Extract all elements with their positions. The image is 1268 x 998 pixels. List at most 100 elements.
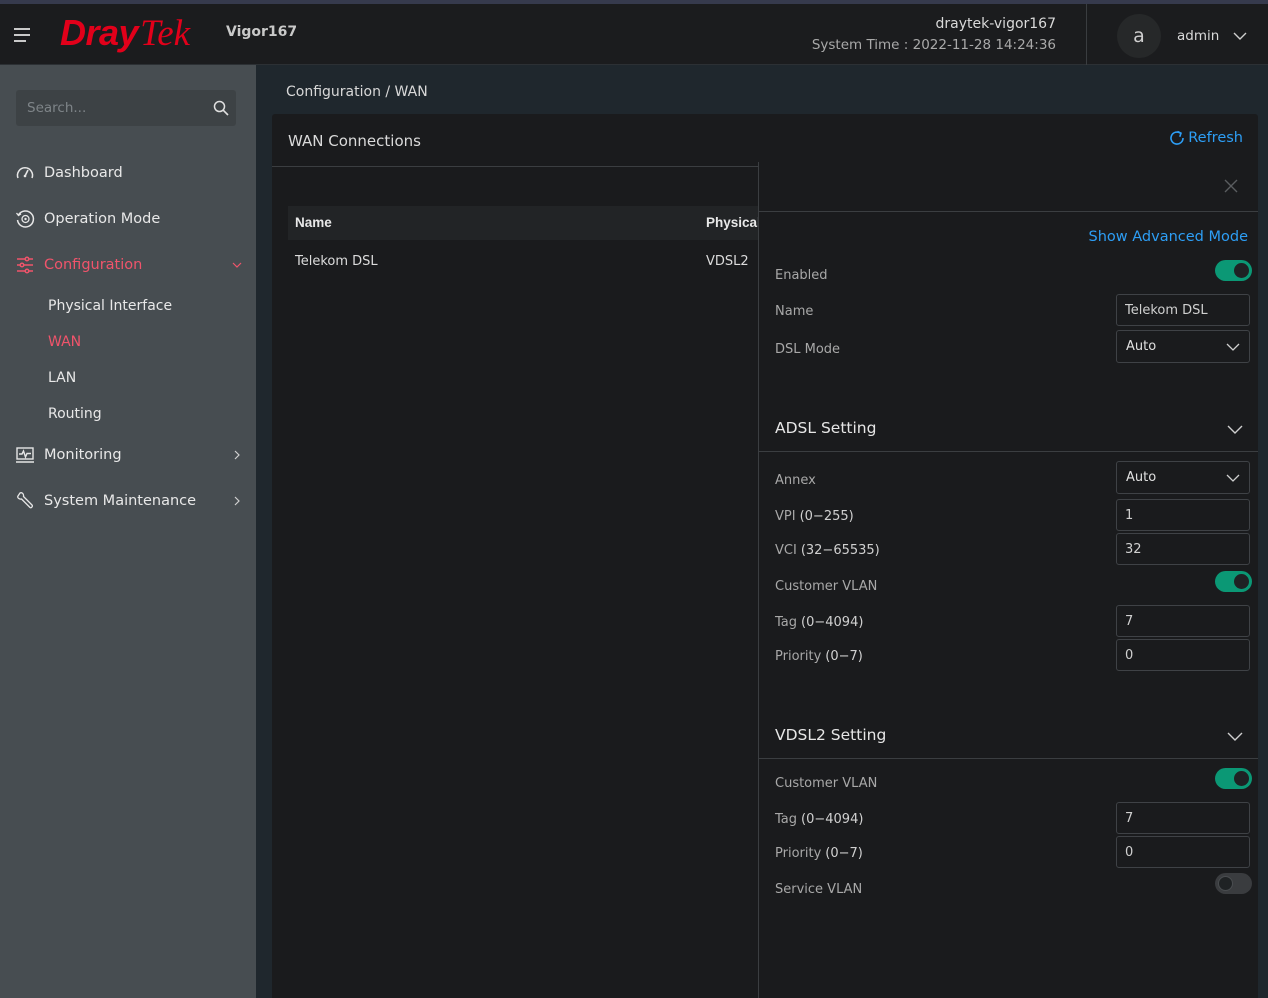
sidebar-item-monitoring[interactable]: Monitoring xyxy=(0,435,256,475)
chevron-down-icon xyxy=(1227,425,1243,434)
adsl-tag-input[interactable] xyxy=(1116,605,1250,637)
adsl-tag-label: Tag (0−4094) xyxy=(775,615,863,630)
wrench-icon xyxy=(17,492,33,509)
section-title: VDSL2 Setting xyxy=(775,726,887,744)
dsl-mode-label: DSL Mode xyxy=(775,342,841,357)
vci-label: VCI (32−65535) xyxy=(775,543,880,558)
sidebar-item-label: Monitoring xyxy=(44,447,122,463)
cell-physical: VDSL2 xyxy=(706,254,749,269)
adsl-priority-input[interactable] xyxy=(1116,639,1250,671)
annex-value: Auto xyxy=(1126,470,1157,485)
label-text: Priority xyxy=(775,649,822,664)
column-header-name[interactable]: Name xyxy=(295,215,332,230)
search-box xyxy=(16,90,236,126)
logo-dray: Dray xyxy=(60,12,139,53)
chevron-down-icon xyxy=(1233,32,1247,40)
enabled-toggle[interactable] xyxy=(1215,260,1252,281)
close-icon[interactable] xyxy=(1224,179,1238,193)
chevron-right-icon xyxy=(234,450,240,460)
sidebar-item-label: Dashboard xyxy=(44,165,123,181)
chevron-down-icon xyxy=(1226,474,1240,482)
vdsl2-tag-label: Tag (0−4094) xyxy=(775,812,863,827)
name-input[interactable] xyxy=(1116,294,1250,326)
header-divider xyxy=(1086,4,1087,65)
draytek-logo: Dray Tek xyxy=(60,12,190,56)
dsl-mode-value: Auto xyxy=(1126,339,1157,354)
label-text: VCI xyxy=(775,543,797,558)
adsl-setting-header[interactable]: ADSL Setting xyxy=(759,408,1259,452)
sidebar-subitem-label: WAN xyxy=(48,334,82,350)
sidebar-item-label: Configuration xyxy=(44,257,143,273)
range-hint: (0−7) xyxy=(825,649,863,664)
sidebar-item-operation-mode[interactable]: Operation Mode xyxy=(0,199,256,239)
column-header-physical[interactable]: Physical xyxy=(706,215,761,230)
avatar: a xyxy=(1117,14,1161,58)
username: admin xyxy=(1177,28,1220,44)
menu-toggle-icon[interactable] xyxy=(14,27,32,43)
sidebar-item-system-maintenance[interactable]: System Maintenance xyxy=(0,481,256,521)
breadcrumb: Configuration / WAN xyxy=(286,84,428,100)
service-vlan-toggle[interactable] xyxy=(1215,873,1252,894)
sidebar-item-dashboard[interactable]: Dashboard xyxy=(0,153,256,193)
range-hint: (32−65535) xyxy=(800,543,880,558)
table-header: Name Physical xyxy=(288,206,761,240)
monitor-pulse-icon xyxy=(16,447,34,463)
label-text: VPI xyxy=(775,509,796,524)
device-model: Vigor167 xyxy=(226,24,298,40)
annex-select[interactable]: Auto xyxy=(1116,461,1250,494)
chevron-down-icon xyxy=(1227,732,1243,741)
vdsl2-priority-label: Priority (0−7) xyxy=(775,846,863,861)
refresh-label: Refresh xyxy=(1188,130,1243,146)
user-menu[interactable]: a admin xyxy=(1117,14,1247,58)
dsl-mode-select[interactable]: Auto xyxy=(1116,330,1250,363)
label-text: Tag xyxy=(775,812,798,827)
sidebar-subitem-label: Physical Interface xyxy=(48,298,173,314)
label-text: Priority xyxy=(775,846,822,861)
divider xyxy=(759,211,1259,212)
adsl-priority-label: Priority (0−7) xyxy=(775,649,863,664)
sidebar-subitem-routing[interactable]: Routing xyxy=(0,398,256,432)
range-hint: (0−4094) xyxy=(801,615,864,630)
search-icon[interactable] xyxy=(213,100,229,116)
sidebar-item-label: System Maintenance xyxy=(44,493,197,509)
refresh-button[interactable]: Refresh xyxy=(1168,129,1243,147)
sidebar-subitem-wan[interactable]: WAN xyxy=(0,326,256,360)
vdsl2-customer-vlan-toggle[interactable] xyxy=(1215,768,1252,789)
range-hint: (0−7) xyxy=(825,846,863,861)
wan-edit-drawer: Show Advanced Mode Enabled Name DSL Mode… xyxy=(758,162,1259,998)
range-hint: (0−255) xyxy=(799,509,854,524)
adsl-customer-vlan-label: Customer VLAN xyxy=(775,579,878,594)
adsl-customer-vlan-toggle[interactable] xyxy=(1215,571,1252,592)
sidebar-subitem-label: LAN xyxy=(48,370,77,386)
vpi-input[interactable] xyxy=(1116,499,1250,531)
vdsl2-tag-input[interactable] xyxy=(1116,802,1250,834)
panel-title: WAN Connections xyxy=(288,132,421,150)
sidebar-item-label: Operation Mode xyxy=(44,211,161,227)
vdsl2-customer-vlan-label: Customer VLAN xyxy=(775,776,878,791)
top-header: Dray Tek Vigor167 draytek-vigor167 Syste… xyxy=(0,4,1268,65)
vdsl2-setting-header[interactable]: VDSL2 Setting xyxy=(759,715,1259,759)
range-hint: (0−4094) xyxy=(801,812,864,827)
chevron-down-icon xyxy=(1226,343,1240,351)
enabled-label: Enabled xyxy=(775,268,828,283)
scrollbar-track[interactable] xyxy=(1258,114,1268,998)
vci-input[interactable] xyxy=(1116,533,1250,565)
system-time: System Time : 2022-11-28 14:24:36 xyxy=(811,37,1056,53)
divider xyxy=(272,166,758,167)
vpi-label: VPI (0−255) xyxy=(775,509,854,524)
sidebar-subitem-lan[interactable]: LAN xyxy=(0,362,256,396)
show-advanced-mode-link[interactable]: Show Advanced Mode xyxy=(1089,229,1248,245)
dashboard-gauge-icon xyxy=(16,167,34,179)
name-label: Name xyxy=(775,304,814,319)
table-row[interactable]: Telekom DSL VDSL2 xyxy=(288,240,758,282)
chevron-down-icon xyxy=(232,262,242,268)
sliders-icon xyxy=(17,256,33,274)
service-vlan-label: Service VLAN xyxy=(775,882,863,897)
label-text: Tag xyxy=(775,615,798,630)
vdsl2-priority-input[interactable] xyxy=(1116,836,1250,868)
sidebar: Dashboard Operation Mode Configuration P… xyxy=(0,65,256,998)
sidebar-subitem-physical-interface[interactable]: Physical Interface xyxy=(0,290,256,324)
host-info: draytek-vigor167 System Time : 2022-11-2… xyxy=(812,14,1056,56)
sidebar-item-configuration[interactable]: Configuration xyxy=(0,245,256,285)
search-input[interactable] xyxy=(16,90,206,126)
